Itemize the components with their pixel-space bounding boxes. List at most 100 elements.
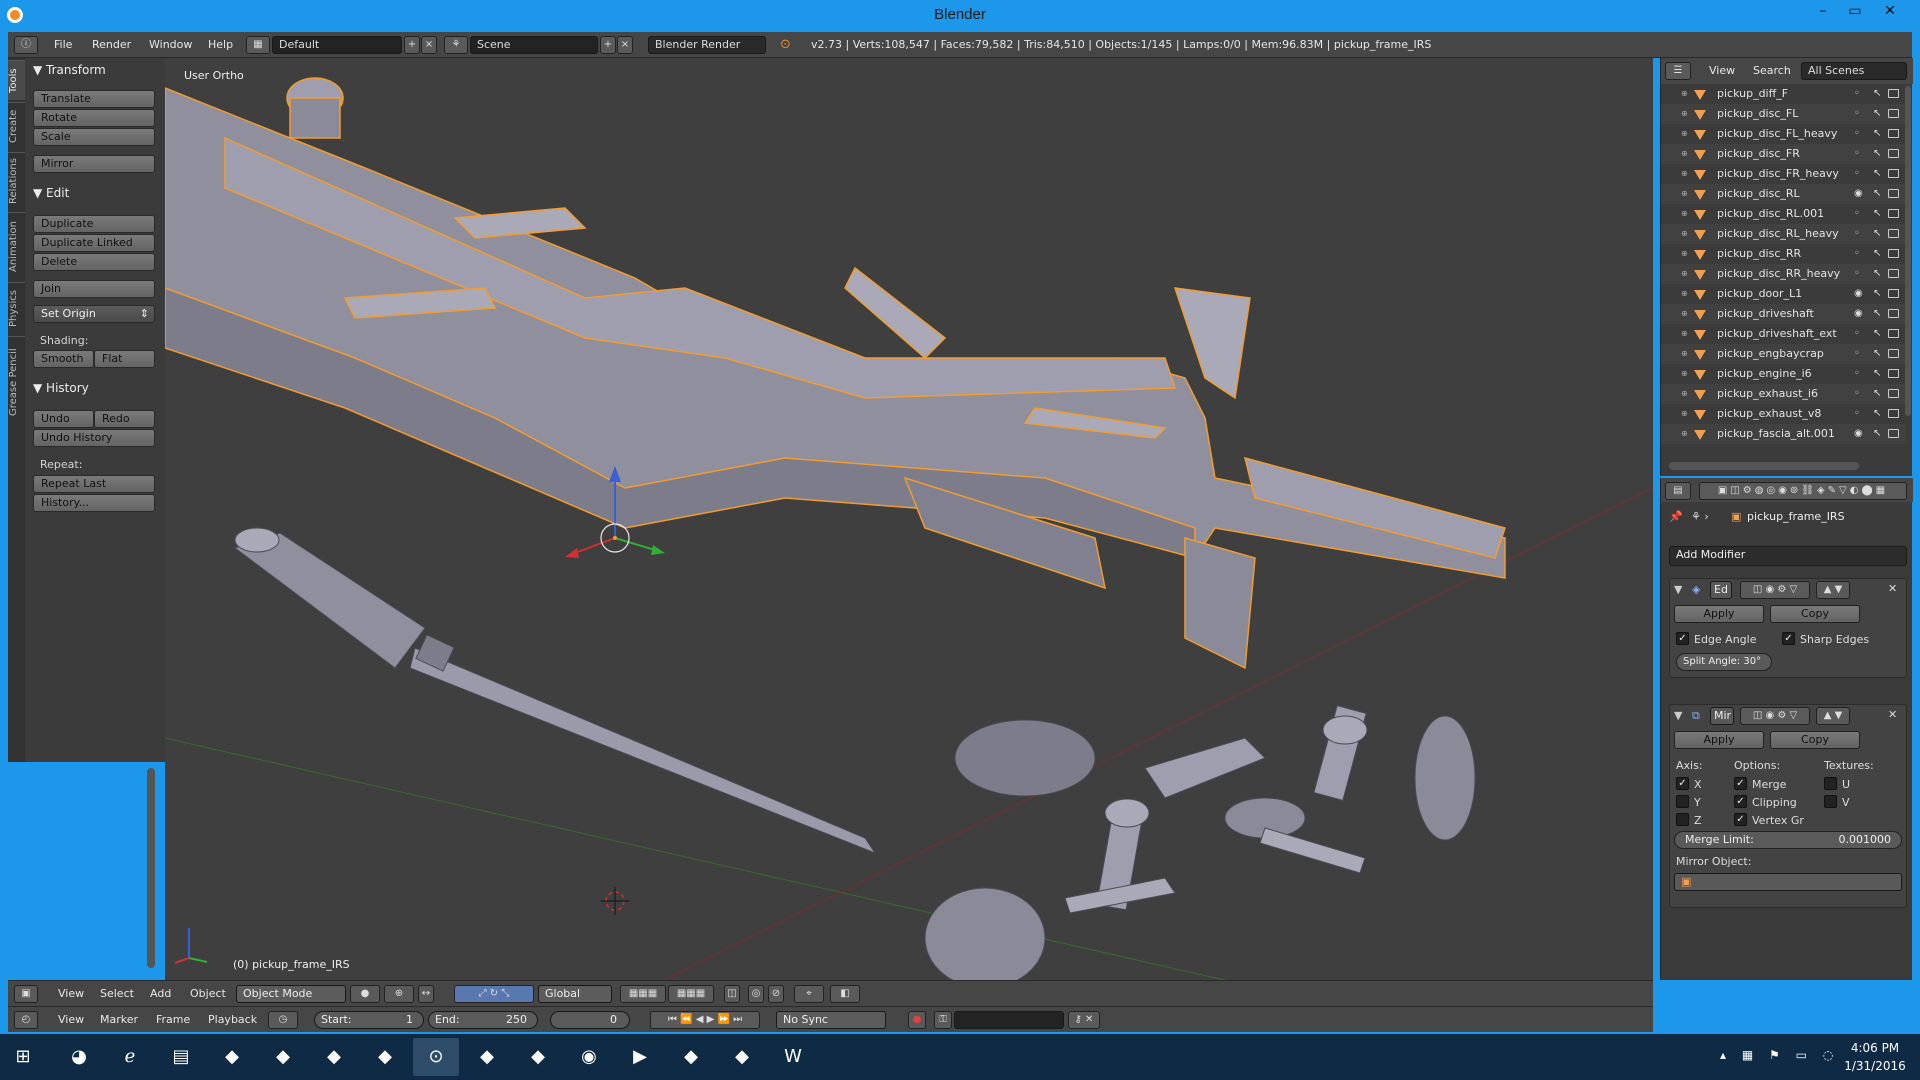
renderable-camera-icon[interactable] [1888, 129, 1899, 138]
taskbar-clock[interactable]: 4:06 PM 1/31/2016 [1840, 1039, 1910, 1075]
timeline-menu-playback[interactable]: Playback [208, 1013, 257, 1026]
expand-icon[interactable]: ⊕ [1681, 224, 1688, 244]
menu-window[interactable]: Window [149, 38, 192, 51]
renderable-camera-icon[interactable] [1888, 189, 1899, 198]
minimize-button[interactable]: – [1808, 0, 1838, 22]
edge-split-apply-button[interactable]: Apply [1674, 605, 1764, 623]
visibility-eye-icon[interactable]: ◦ [1854, 204, 1860, 224]
expand-icon[interactable]: ⊕ [1681, 164, 1688, 184]
timeline-menu-marker[interactable]: Marker [100, 1013, 138, 1026]
visibility-eye-icon[interactable]: ◦ [1854, 404, 1860, 424]
current-frame-field[interactable]: 0 [550, 1011, 630, 1029]
visibility-eye-icon[interactable]: ◦ [1854, 164, 1860, 184]
history-panel-header[interactable]: ▼ History [33, 381, 89, 395]
expand-icon[interactable]: ⊕ [1681, 424, 1688, 444]
scene-icon[interactable]: ⚘ [444, 36, 468, 54]
outliner-item[interactable]: ⊕ pickup_diff_F ◦ ↖ [1661, 84, 1906, 104]
menu-select[interactable]: Select [100, 987, 134, 1000]
system-tray-icons[interactable]: ▴ ▦ ⚑ ▭ ◌ [1720, 1048, 1839, 1062]
renderable-camera-icon[interactable] [1888, 389, 1899, 398]
pivot-icon[interactable]: ⊕ [384, 985, 414, 1003]
renderable-camera-icon[interactable] [1888, 269, 1899, 278]
visibility-eye-icon[interactable]: ◦ [1854, 264, 1860, 284]
manipulator-toggle-icon[interactable]: ↔ [418, 985, 434, 1003]
visibility-eye-icon[interactable]: ◦ [1854, 124, 1860, 144]
sync-select[interactable]: No Sync [776, 1011, 886, 1029]
proportional-edit-icon[interactable]: ◎ [748, 985, 764, 1003]
add-scene-icon[interactable]: + [600, 36, 616, 54]
mirror-object-field[interactable]: ▣ [1674, 873, 1902, 891]
editor-type-icon[interactable]: ▣ [14, 985, 38, 1003]
app6-icon[interactable]: ◆ [311, 1038, 357, 1076]
renderable-camera-icon[interactable] [1888, 229, 1899, 238]
add-layout-icon[interactable]: + [404, 36, 420, 54]
tab-create[interactable]: Create [8, 102, 25, 150]
flat-button[interactable]: Flat [94, 350, 155, 368]
start-icon[interactable]: ⊞ [0, 1038, 46, 1076]
mirror-button[interactable]: Mirror [33, 155, 155, 173]
collapse-icon[interactable]: ▼ [1674, 583, 1682, 596]
axis-z-checkbox[interactable] [1676, 813, 1689, 826]
renderable-camera-icon[interactable] [1888, 409, 1899, 418]
outliner-item[interactable]: ⊕ pickup_door_L1 ◉ ↖ [1661, 284, 1906, 304]
selectable-cursor-icon[interactable]: ↖ [1873, 144, 1881, 164]
visibility-eye-icon[interactable]: ◦ [1854, 144, 1860, 164]
add-modifier-select[interactable]: Add Modifier [1669, 546, 1907, 566]
properties-context-tabs[interactable]: ▣◫⚙◍◎◉⊚⛓◈✎▽◐⬤▦ [1699, 482, 1907, 500]
renderable-camera-icon[interactable] [1888, 249, 1899, 258]
merge-limit-field[interactable]: Merge Limit: 0.001000 [1674, 831, 1902, 849]
tab-tools[interactable]: Tools [8, 60, 25, 100]
outliner-item[interactable]: ⊕ pickup_fascia_alt.001 ◉ ↖ [1661, 424, 1906, 444]
preview-range-icon[interactable]: ◷ [268, 1011, 298, 1029]
expand-icon[interactable]: ⊕ [1681, 384, 1688, 404]
internet-explorer-icon[interactable]: ℯ [107, 1038, 153, 1076]
menu-render[interactable]: Render [92, 38, 131, 51]
texture-u-checkbox[interactable] [1824, 777, 1837, 790]
mirror-collapse-icon[interactable]: ▼ [1674, 709, 1682, 722]
expand-icon[interactable]: ⊕ [1681, 244, 1688, 264]
visibility-eye-icon[interactable]: ◦ [1854, 384, 1860, 404]
menu-file[interactable]: File [54, 38, 72, 51]
layout-field[interactable]: Default [272, 36, 402, 54]
outliner-item[interactable]: ⊕ pickup_disc_RL_heavy ◦ ↖ [1661, 224, 1906, 244]
mirror-move-icons[interactable]: ▲ ▼ [1816, 707, 1850, 725]
app5-icon[interactable]: ◆ [260, 1038, 306, 1076]
expand-icon[interactable]: ⊕ [1681, 344, 1688, 364]
word-icon[interactable]: W [770, 1038, 816, 1076]
expand-icon[interactable]: ⊕ [1681, 204, 1688, 224]
rear-suspension[interactable] [924, 705, 1476, 980]
outliner-scope-select[interactable]: All Scenes [1801, 62, 1907, 80]
selectable-cursor-icon[interactable]: ↖ [1873, 304, 1881, 324]
outliner-item[interactable]: ⊕ pickup_exhaust_i6 ◦ ↖ [1661, 384, 1906, 404]
maximize-button[interactable]: ▭ [1840, 0, 1870, 22]
translate-button[interactable]: Translate [33, 90, 155, 108]
manipulator-icons[interactable]: ⤢ ↻ ⤡ [454, 985, 534, 1003]
join-button[interactable]: Join [33, 280, 155, 298]
delete-button[interactable]: Delete [33, 253, 155, 271]
mirror-apply-button[interactable]: Apply [1674, 731, 1764, 749]
selectable-cursor-icon[interactable]: ↖ [1873, 324, 1881, 344]
outliner-hscrollbar[interactable] [1669, 462, 1859, 470]
steam-icon[interactable]: ◉ [566, 1038, 612, 1076]
renderable-camera-icon[interactable] [1888, 109, 1899, 118]
renderable-camera-icon[interactable] [1888, 209, 1899, 218]
pin-icon[interactable]: 📌 [1669, 510, 1683, 523]
edge-split-move-icons[interactable]: ▲ ▼ [1816, 581, 1850, 599]
renderable-camera-icon[interactable] [1888, 89, 1899, 98]
outliner-item[interactable]: ⊕ pickup_exhaust_v8 ◦ ↖ [1661, 404, 1906, 424]
redo-button[interactable]: Redo [94, 410, 155, 428]
mirror-display-icons[interactable]: ◫ ◉ ⚙ ▽ [1740, 707, 1810, 725]
remove-layout-icon[interactable]: × [421, 36, 437, 54]
shading-mode-icon[interactable]: ● [350, 985, 380, 1003]
close-button[interactable]: ✕ [1875, 0, 1905, 22]
scale-button[interactable]: Scale [33, 128, 155, 146]
undo-history-button[interactable]: Undo History [33, 429, 155, 447]
visibility-eye-icon[interactable]: ◦ [1854, 104, 1860, 124]
visibility-eye-icon[interactable]: ◦ [1854, 344, 1860, 364]
expand-icon[interactable]: ⊕ [1681, 404, 1688, 424]
selectable-cursor-icon[interactable]: ↖ [1873, 184, 1881, 204]
timeline-menu-view[interactable]: View [58, 1013, 84, 1026]
insert-keyframe-icons[interactable]: ⚷ ✕ [1068, 1011, 1100, 1029]
outliner-item[interactable]: ⊕ pickup_disc_RR_heavy ◦ ↖ [1661, 264, 1906, 284]
app4-icon[interactable]: ◆ [209, 1038, 255, 1076]
